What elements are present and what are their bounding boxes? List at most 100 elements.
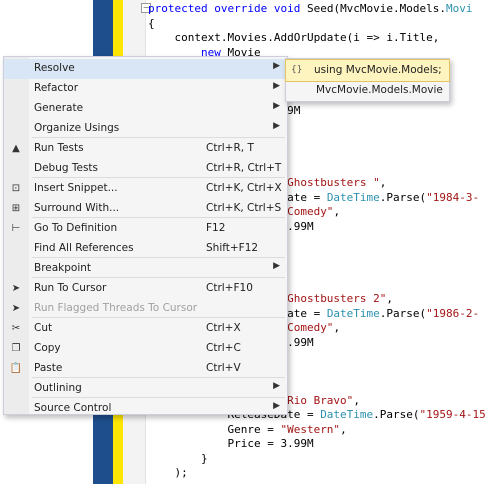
menu-item-shortcut: Ctrl+V (206, 362, 241, 374)
menu-item-shortcut: F12 (206, 222, 226, 234)
code-token: "Comedy" (280, 205, 334, 218)
run-tests-icon: ▲ (12, 143, 20, 154)
menu-item-label: Source Control (34, 402, 112, 414)
run-to-cursor-icon: ➤ (11, 283, 21, 294)
menu-item-label: Resolve (34, 62, 75, 74)
menu-item-shortcut: Ctrl+X (206, 322, 241, 334)
menu-item-label: Outlining (34, 382, 82, 394)
code-token: protected override void (148, 2, 301, 15)
resolve-submenu: {} using MvcMovie.Models; MvcMovie.Models.… (285, 58, 450, 102)
menu-item-label: Run To Cursor (34, 282, 107, 294)
menu-item-shortcut: Ctrl+R, Ctrl+T (206, 162, 282, 174)
menu-item-label: Breakpoint (34, 262, 92, 274)
submenu-item-mvcmovie-models-movie[interactable]: MvcMovie.Models.Movie (286, 80, 449, 101)
code-line: context.Movies.AddOrUpdate(i => i.Title, (148, 31, 485, 46)
context-menu: Resolve ▶ Refactor ▶ Generate ▶ Organize Using… (3, 56, 288, 415)
submenu-arrow-icon: ▶ (273, 261, 280, 271)
paste-icon: 📋 (9, 363, 23, 374)
code-token: .Parse( (379, 190, 427, 204)
menu-item-run-to-cursor[interactable]: ➤ Run To Cursor Ctrl+F10 (4, 279, 287, 299)
code-token: { (148, 16, 155, 30)
code-line: ); (148, 466, 485, 481)
code-line: Price = 3.99M (148, 437, 485, 452)
code-token: "Ghostbusters 2" (280, 292, 387, 305)
code-token: Seed(MvcMovie.Models. (300, 2, 447, 15)
submenu-arrow-icon: ▶ (273, 81, 280, 91)
menu-item-organize-usings[interactable]: Organize Usings ▶ (4, 119, 287, 139)
run-flagged-threads-icon: ➤ (11, 303, 21, 314)
menu-item-run-flagged-threads-to-cursor[interactable]: ➤ Run Flagged Threads To Cursor (4, 299, 287, 319)
menu-item-insert-snippet[interactable]: ⊡ Insert Snippet... Ctrl+K, Ctrl+X (4, 179, 287, 199)
code-line: { (148, 17, 485, 32)
menu-item-run-tests[interactable]: ▲ Run Tests Ctrl+R, T (4, 139, 287, 159)
code-token: Price = 3.99M (148, 437, 314, 450)
submenu-item-label: using MvcMovie.Models; (314, 64, 442, 76)
menu-item-shortcut: Ctrl+R, T (206, 142, 254, 154)
code-token: DateTime (326, 306, 380, 320)
code-token: .Parse( (379, 306, 427, 320)
menu-item-surround-with[interactable]: ⊞ Surround With... Ctrl+K, Ctrl+S (4, 199, 287, 219)
code-token: "Western" (280, 422, 341, 436)
menu-item-label: Cut (34, 322, 53, 334)
menu-item-shortcut: Ctrl+C (206, 342, 241, 354)
menu-item-shortcut: Shift+F12 (206, 242, 259, 254)
menu-item-shortcut: Ctrl+K, Ctrl+S (206, 202, 282, 214)
menu-item-generate[interactable]: Generate ▶ (4, 99, 287, 119)
code-token: Movi (446, 2, 473, 15)
copy-icon: ❐ (11, 343, 21, 354)
menu-item-paste[interactable]: 📋 Paste Ctrl+V (4, 359, 287, 379)
code-token: , (379, 176, 387, 189)
menu-item-label: Run Flagged Threads To Cursor (34, 302, 198, 314)
code-line: protected override void Seed(MvcMovie.Mo… (148, 2, 485, 17)
menu-item-label: Go To Definition (34, 222, 118, 234)
code-token: "Ghostbusters " (280, 176, 380, 189)
code-token: ); (148, 466, 188, 479)
menu-item-label: Surround With... (34, 202, 120, 214)
code-token: , (340, 422, 347, 436)
menu-item-copy[interactable]: ❐ Copy Ctrl+C (4, 339, 287, 359)
cut-icon: ✂ (11, 323, 21, 334)
submenu-arrow-icon: ▶ (273, 121, 280, 131)
menu-item-breakpoint[interactable]: Breakpoint ▶ (4, 259, 287, 279)
insert-snippet-icon: ⊡ (11, 183, 21, 194)
code-token: "1959-4-15 (419, 408, 485, 421)
code-line: } (148, 452, 485, 467)
menu-item-label: Paste (34, 362, 63, 374)
menu-item-label: Find All References (34, 242, 134, 254)
code-token: "Comedy" (280, 321, 334, 334)
code-token: .Parse( (373, 408, 420, 421)
code-token: , (386, 292, 394, 305)
menu-item-find-all-references[interactable]: Find All References Shift+F12 (4, 239, 287, 259)
submenu-item-using-mvcmovie-models[interactable]: {} using MvcMovie.Models; (285, 59, 450, 82)
menu-item-go-to-definition[interactable]: ⊢ Go To Definition F12 (4, 219, 287, 239)
code-token: Genre = (148, 422, 281, 436)
menu-item-outlining[interactable]: Outlining ▶ (4, 379, 287, 399)
submenu-arrow-icon: ▶ (273, 401, 280, 411)
menu-item-label: Debug Tests (34, 162, 99, 174)
submenu-item-label: MvcMovie.Models.Movie (316, 84, 443, 96)
code-token: , (353, 393, 360, 407)
code-token: context.Movies.AddOrUpdate(i => i.Title, (148, 31, 440, 44)
menu-item-shortcut: Ctrl+F10 (206, 282, 253, 294)
using-directive-icon: {} (291, 65, 303, 75)
code-token: DateTime (326, 190, 380, 204)
code-token: } (148, 451, 208, 465)
menu-item-refactor[interactable]: Refactor ▶ (4, 79, 287, 99)
menu-item-shortcut: Ctrl+K, Ctrl+X (206, 182, 282, 194)
menu-item-debug-tests[interactable]: Debug Tests Ctrl+R, Ctrl+T (4, 159, 287, 179)
code-token: "Rio Bravo" (280, 393, 354, 407)
menu-item-cut[interactable]: ✂ Cut Ctrl+X (4, 319, 287, 339)
go-to-definition-icon: ⊢ (11, 223, 21, 234)
menu-item-label: Insert Snippet... (34, 182, 118, 194)
submenu-arrow-icon: ▶ (273, 381, 280, 391)
code-token: , (333, 205, 341, 218)
menu-item-label: Run Tests (34, 142, 84, 154)
menu-item-label: Generate (34, 102, 84, 114)
code-token: DateTime (320, 408, 374, 421)
menu-item-label: Organize Usings (34, 122, 120, 134)
menu-item-resolve[interactable]: Resolve ▶ (4, 59, 287, 79)
menu-item-label: Refactor (34, 82, 79, 94)
submenu-arrow-icon: ▶ (273, 61, 280, 71)
code-token: "1984-3- (426, 190, 480, 204)
menu-item-source-control[interactable]: Source Control ▶ (4, 399, 287, 419)
